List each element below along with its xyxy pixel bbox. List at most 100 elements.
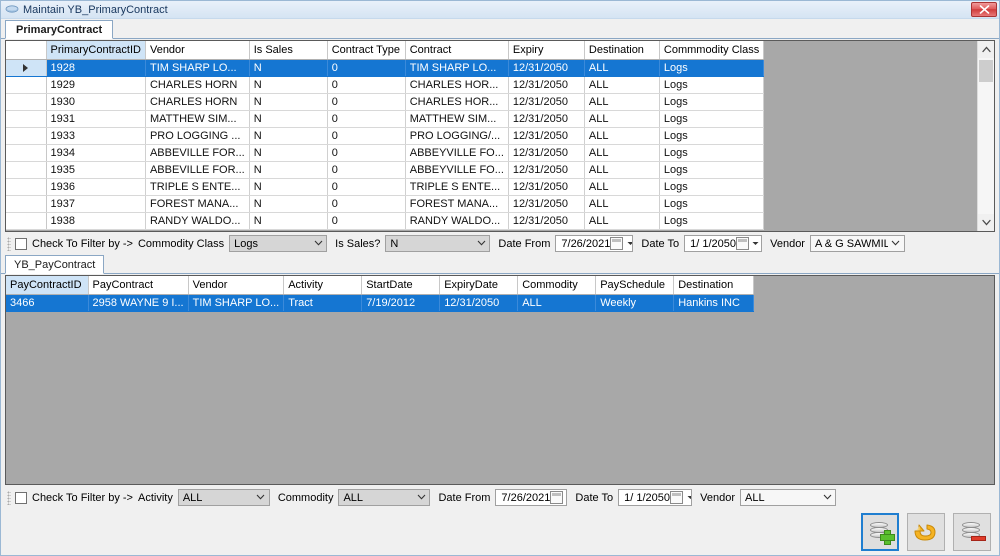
- column-header-startdate[interactable]: StartDate: [361, 276, 441, 295]
- table-cell[interactable]: 0: [327, 110, 406, 128]
- table-cell[interactable]: CHARLES HOR...: [405, 93, 509, 111]
- table-row[interactable]: 1935 ABBEVILLE FOR... N 0 ABBEYVILLE FO... 12…: [6, 161, 765, 179]
- table-cell[interactable]: 3466: [6, 294, 89, 312]
- table-cell[interactable]: N: [249, 161, 328, 179]
- table-cell[interactable]: N: [249, 110, 328, 128]
- table-cell[interactable]: N: [249, 195, 328, 213]
- table-cell[interactable]: TIM SHARP LO...: [405, 59, 509, 77]
- table-cell[interactable]: ABBEYVILLE FO...: [405, 144, 509, 162]
- undo-button[interactable]: [907, 513, 945, 551]
- column-header-commodity[interactable]: Commodity: [517, 276, 597, 295]
- table-cell[interactable]: Tract: [283, 294, 363, 312]
- calendar-icon[interactable]: [550, 491, 564, 504]
- is-sales-select[interactable]: N: [385, 235, 491, 252]
- primary-filter-checkbox[interactable]: [15, 237, 27, 250]
- table-cell[interactable]: 12/31/2050: [508, 59, 585, 77]
- pay-filter-checkbox[interactable]: [15, 491, 27, 504]
- row-selector-cell[interactable]: [6, 76, 47, 94]
- table-cell[interactable]: 1928: [46, 59, 146, 77]
- column-header-destination[interactable]: Destination: [584, 41, 660, 60]
- table-cell[interactable]: N: [249, 127, 328, 145]
- table-cell[interactable]: N: [249, 212, 328, 230]
- table-cell[interactable]: ABBEYVILLE FO...: [405, 161, 509, 179]
- primary-vendor-select[interactable]: A & G SAWMILL: [809, 235, 905, 252]
- table-cell[interactable]: 1929: [46, 76, 146, 94]
- table-cell[interactable]: Logs: [659, 195, 765, 213]
- table-row[interactable]: 1936 TRIPLE S ENTE... N 0 TRIPLE S ENTE... 12…: [6, 178, 765, 196]
- table-cell[interactable]: 12/31/2050: [508, 93, 585, 111]
- table-row[interactable]: 1931 MATTHEW SIM... N 0 MATTHEW SIM... 12/31/…: [6, 110, 765, 128]
- row-selector-cell[interactable]: [6, 93, 47, 111]
- table-cell[interactable]: 12/31/2050: [508, 161, 585, 179]
- table-cell[interactable]: N: [249, 178, 328, 196]
- table-cell[interactable]: CHARLES HOR...: [405, 76, 509, 94]
- table-cell[interactable]: 1933: [46, 127, 146, 145]
- column-header-expiry[interactable]: Expiry: [508, 41, 585, 60]
- commodity-class-select[interactable]: Logs: [229, 235, 328, 252]
- row-selector-cell[interactable]: [6, 127, 47, 145]
- table-cell[interactable]: RANDY WALDO...: [405, 212, 509, 230]
- add-record-button[interactable]: [861, 513, 899, 551]
- table-cell[interactable]: Hankins INC: [673, 294, 755, 312]
- table-row[interactable]: 1928 TIM SHARP LO... N 0 TIM SHARP LO... 12/3…: [6, 59, 765, 77]
- scroll-track[interactable]: [978, 58, 994, 214]
- pay-table-header-row[interactable]: PayContractID PayContract Vendor Activity St…: [6, 276, 755, 295]
- table-cell[interactable]: MATTHEW SIM...: [405, 110, 509, 128]
- table-cell[interactable]: 0: [327, 178, 406, 196]
- table-cell[interactable]: 1937: [46, 195, 146, 213]
- table-cell[interactable]: FOREST MANA...: [145, 195, 250, 213]
- table-cell[interactable]: TRIPLE S ENTE...: [405, 178, 509, 196]
- pay-vendor-select[interactable]: ALL: [740, 489, 837, 506]
- table-cell[interactable]: N: [249, 76, 328, 94]
- row-selector-cell[interactable]: [6, 195, 47, 213]
- table-cell[interactable]: 0: [327, 59, 406, 77]
- table-cell[interactable]: N: [249, 144, 328, 162]
- table-cell[interactable]: 0: [327, 76, 406, 94]
- row-selector-cell[interactable]: [6, 59, 47, 77]
- spinner-down-icon[interactable]: [624, 239, 633, 248]
- column-header-activity[interactable]: Activity: [283, 276, 363, 295]
- column-header-paycontractid[interactable]: PayContractID: [6, 276, 89, 295]
- table-cell[interactable]: Logs: [659, 59, 765, 77]
- column-header-paycontract[interactable]: PayContract: [88, 276, 189, 295]
- column-header-contract[interactable]: Contract: [405, 41, 509, 60]
- table-cell[interactable]: 12/31/2050: [508, 212, 585, 230]
- table-cell[interactable]: ALL: [584, 144, 660, 162]
- table-cell[interactable]: ALL: [517, 294, 597, 312]
- table-cell[interactable]: RANDY WALDO...: [145, 212, 250, 230]
- table-cell[interactable]: 12/31/2050: [439, 294, 519, 312]
- row-selector-cell[interactable]: [6, 178, 47, 196]
- column-header-payschedule[interactable]: PaySchedule: [595, 276, 675, 295]
- scroll-down-arrow-icon[interactable]: [978, 214, 994, 231]
- table-cell[interactable]: Logs: [659, 161, 765, 179]
- spinner-down-icon[interactable]: [564, 493, 566, 502]
- table-row[interactable]: 1934 ABBEVILLE FOR... N 0 ABBEYVILLE FO... 12…: [6, 144, 765, 162]
- table-cell[interactable]: ALL: [584, 178, 660, 196]
- table-cell[interactable]: Logs: [659, 127, 765, 145]
- scroll-thumb[interactable]: [979, 60, 993, 82]
- column-header-contract-type[interactable]: Contract Type: [327, 41, 406, 60]
- row-selector-cell[interactable]: [6, 212, 47, 230]
- table-cell[interactable]: ALL: [584, 110, 660, 128]
- table-cell[interactable]: N: [249, 59, 328, 77]
- table-cell[interactable]: 1938: [46, 212, 146, 230]
- table-cell[interactable]: 2958 WAYNE 9 I...: [88, 294, 189, 312]
- spinner-down-icon[interactable]: [684, 493, 692, 502]
- table-cell[interactable]: Logs: [659, 76, 765, 94]
- activity-select[interactable]: ALL: [177, 489, 270, 506]
- column-header-is-sales[interactable]: Is Sales: [249, 41, 328, 60]
- table-cell[interactable]: 12/31/2050: [508, 127, 585, 145]
- table-cell[interactable]: CHARLES HORN: [145, 93, 250, 111]
- table-cell[interactable]: MATTHEW SIM...: [145, 110, 250, 128]
- table-cell[interactable]: 1936: [46, 178, 146, 196]
- table-cell[interactable]: ALL: [584, 195, 660, 213]
- table-row[interactable]: 3466 2958 WAYNE 9 I... TIM SHARP LO... Trac…: [6, 294, 755, 312]
- table-cell[interactable]: N: [249, 93, 328, 111]
- table-cell[interactable]: ALL: [584, 93, 660, 111]
- table-cell[interactable]: TRIPLE S ENTE...: [145, 178, 250, 196]
- row-selector-cell[interactable]: [6, 144, 47, 162]
- table-cell[interactable]: 1934: [46, 144, 146, 162]
- table-cell[interactable]: 12/31/2050: [508, 144, 585, 162]
- column-header-commmodity-class[interactable]: Commmodity Class: [659, 41, 765, 60]
- table-cell[interactable]: 0: [327, 195, 406, 213]
